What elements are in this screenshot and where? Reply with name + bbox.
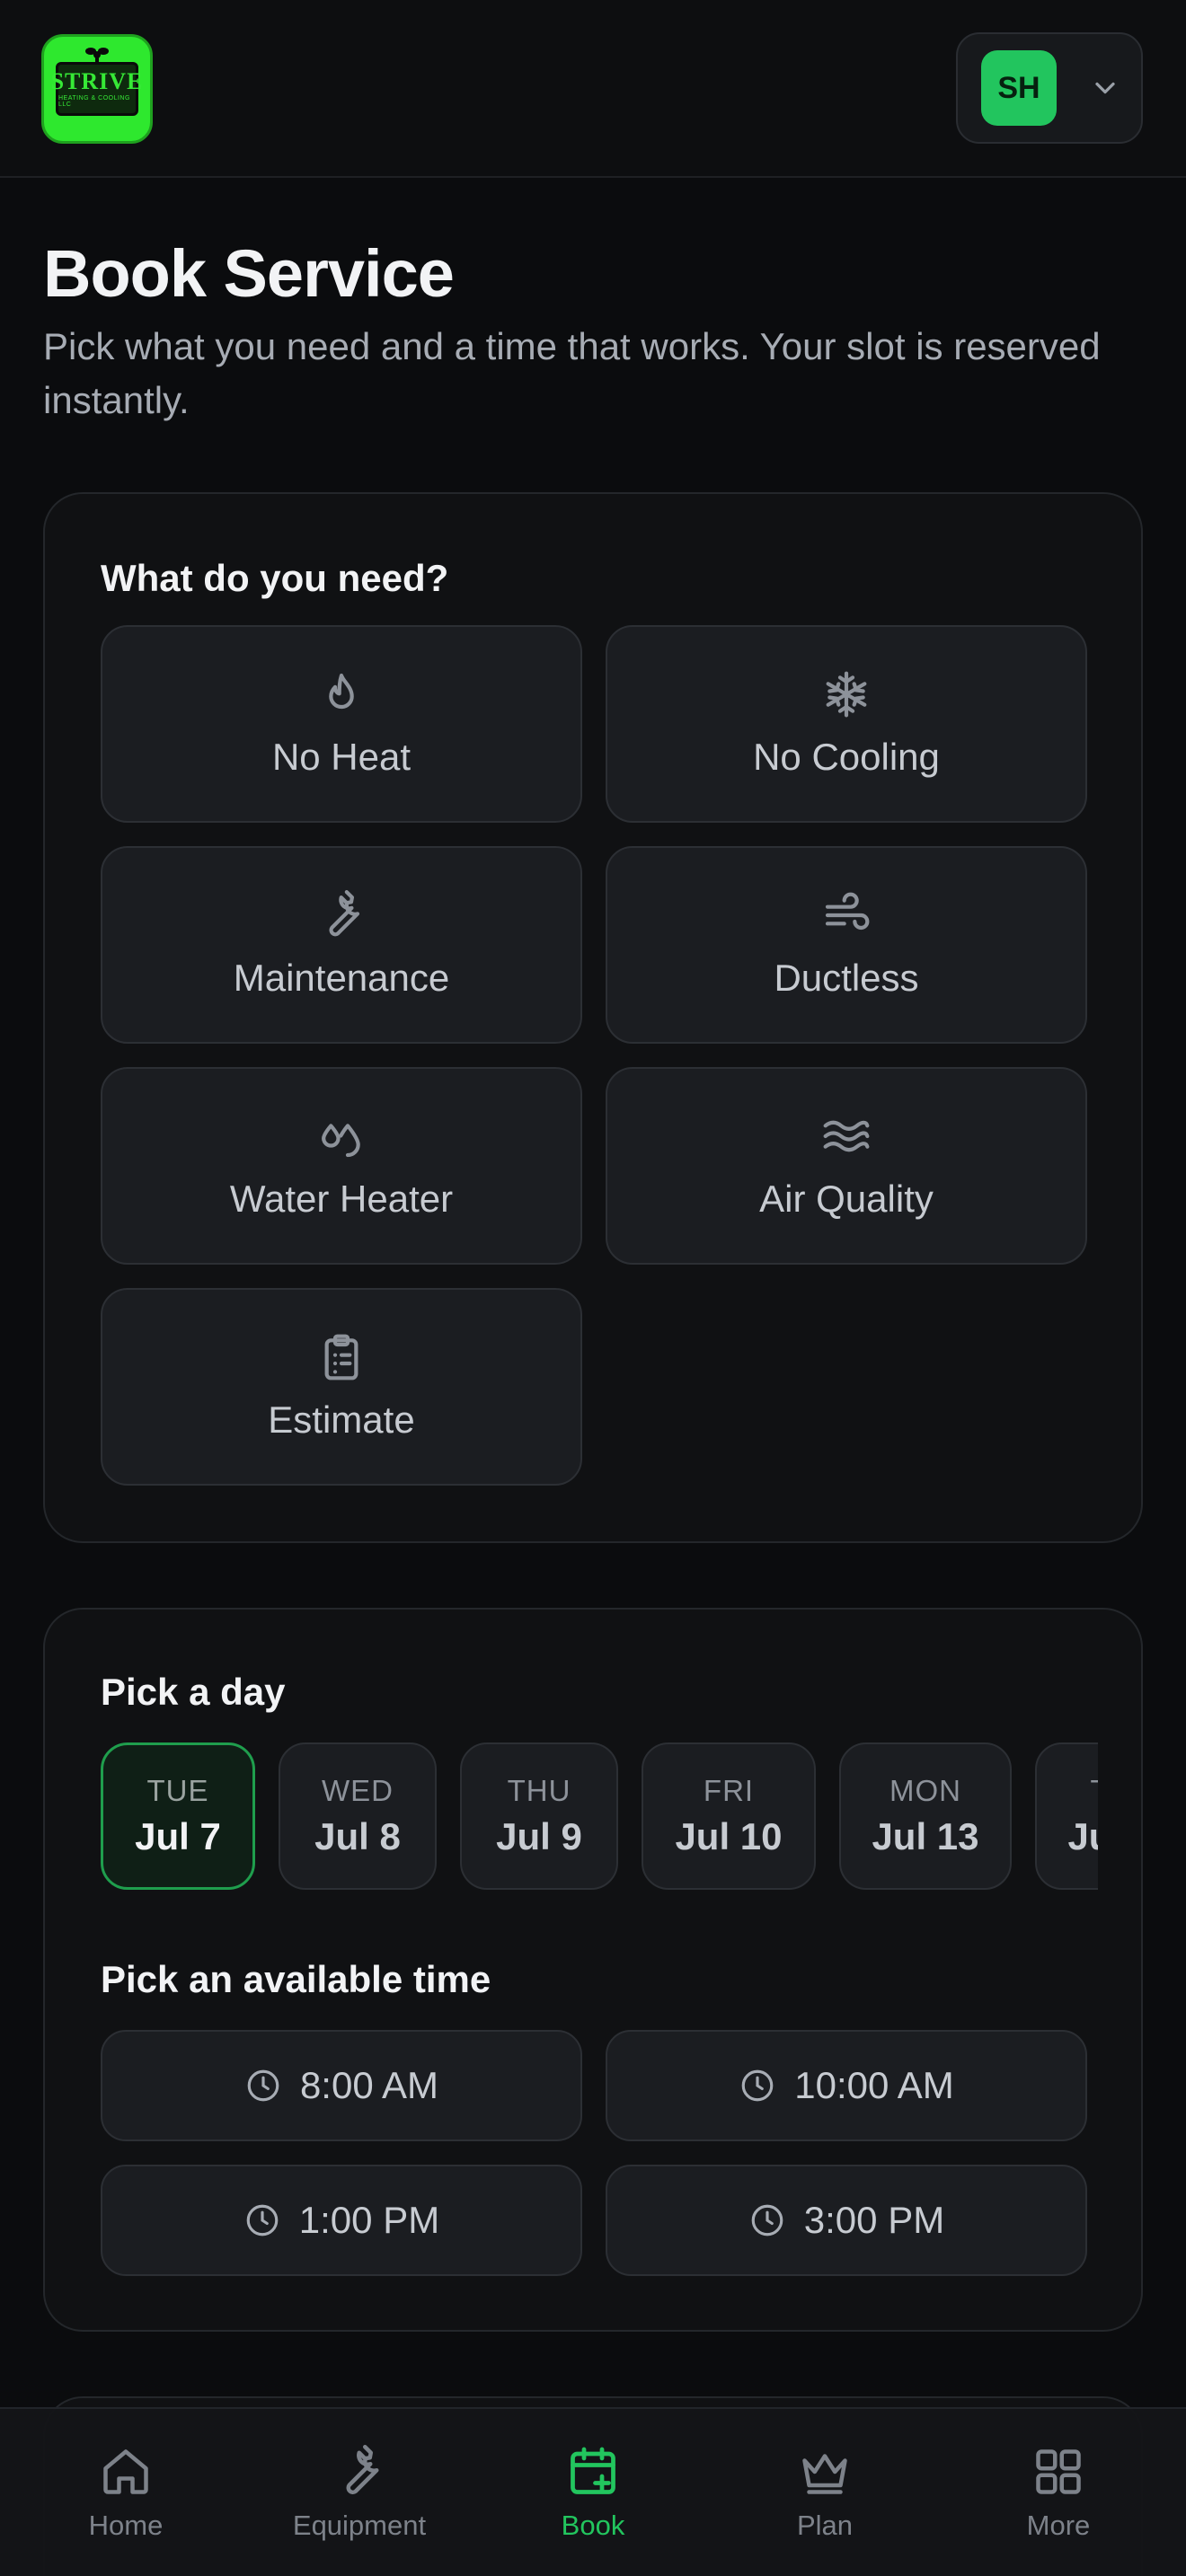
nav-item-book[interactable]: Book (503, 2445, 683, 2542)
service-label: No Heat (271, 736, 412, 778)
chevron-down-icon (1095, 82, 1115, 94)
logo-badge: STRIVE HEATING & COOLING LLC (51, 48, 142, 116)
book-service-screen: STRIVE HEATING & COOLING LLC SH Book Ser… (0, 0, 1186, 2576)
nav-label: Plan (796, 2510, 854, 2541)
day-of-week: FRI (703, 1774, 755, 1807)
crown-icon (802, 2454, 847, 2494)
droplets-icon (322, 1124, 360, 1158)
nav-item-more[interactable]: More (969, 2445, 1148, 2542)
nav-item-equipment[interactable]: Equipment (270, 2445, 449, 2542)
service-option-ductless[interactable]: Ductless (606, 846, 1087, 1044)
service-label: Air Quality (759, 1178, 934, 1220)
wind-icon (825, 892, 870, 931)
nav-label: More (1026, 2510, 1091, 2541)
calendar-plus-icon (571, 2447, 615, 2494)
fan-icon (85, 48, 109, 65)
service-option-no-cooling[interactable]: No Cooling (606, 625, 1087, 823)
bottom-nav: Home Equipment Book Plan More (0, 2407, 1186, 2576)
services-heading: What do you need? (101, 557, 449, 599)
time-slot-label: 1:00 PM (298, 2199, 440, 2241)
time-slot-button[interactable]: 8:00 AM (101, 2030, 582, 2141)
day-date: Jul 7 (135, 1815, 221, 1857)
home-icon (103, 2449, 148, 2494)
nav-label: Home (88, 2510, 164, 2541)
account-menu-button[interactable]: SH (956, 32, 1143, 144)
company-logo[interactable]: STRIVE HEATING & COOLING LLC (41, 34, 153, 144)
day-option[interactable]: THU Jul 9 (460, 1742, 618, 1890)
grid-icon (1036, 2449, 1081, 2494)
service-option-water-heater[interactable]: Water Heater (101, 1067, 582, 1265)
service-label: Water Heater (229, 1178, 454, 1220)
day-date: Jul 13 (872, 1815, 979, 1857)
service-option-estimate[interactable]: Estimate (101, 1288, 582, 1486)
service-option-maintenance[interactable]: Maintenance (101, 846, 582, 1044)
service-option-air-quality[interactable]: Air Quality (606, 1067, 1087, 1265)
clipboard-icon (324, 1334, 358, 1381)
time-slot-label: 8:00 AM (299, 2064, 439, 2106)
day-of-week: TUE (146, 1774, 209, 1807)
nav-label: Equipment (292, 2510, 427, 2541)
day-option-selected[interactable]: TUE Jul 7 (101, 1742, 255, 1890)
day-of-week: MON (890, 1774, 961, 1807)
snowflake-icon (826, 671, 867, 718)
time-slot-button[interactable]: 10:00 AM (606, 2030, 1087, 2141)
day-picker-scroller[interactable]: TUE Jul 7 WED Jul 8 THU Jul 9 FRI Jul 10… (101, 1610, 1098, 1933)
schedule-card: Pick a day TUE Jul 7 WED Jul 8 THU Jul 9… (43, 1608, 1143, 2332)
day-date: Jul 9 (496, 1815, 582, 1857)
day-date: Jul 8 (314, 1815, 401, 1857)
service-label: No Cooling (753, 736, 940, 778)
page-subtitle: Pick what you need and a time that works… (43, 325, 1101, 421)
service-label: Maintenance (233, 957, 450, 999)
day-date: Jul 10 (675, 1815, 783, 1857)
logo-text: STRIVE (50, 68, 144, 94)
avatar: SH (981, 50, 1057, 126)
day-option[interactable]: WED Jul 8 (279, 1742, 437, 1890)
day-date: Jul 14 (1067, 1815, 1098, 1857)
clock-icon (741, 2069, 774, 2102)
day-option[interactable]: FRI Jul 10 (642, 1742, 816, 1890)
wrench-icon (346, 2445, 379, 2494)
service-type-card: What do you need? No Heat No Cooling Mai… (43, 492, 1143, 1543)
day-option[interactable]: TUE Jul 14 (1035, 1742, 1098, 1890)
day-of-week: TUE (1091, 1774, 1099, 1808)
waves-icon (823, 1120, 870, 1152)
time-slot-label: 3:00 PM (803, 2199, 945, 2241)
service-label: Ductless (774, 957, 919, 999)
logo-subtext: HEATING & COOLING LLC (58, 95, 130, 108)
nav-item-plan[interactable]: Plan (735, 2445, 915, 2542)
clock-icon (751, 2204, 783, 2236)
nav-label: Book (561, 2510, 625, 2541)
time-slot-button[interactable]: 1:00 PM (101, 2165, 582, 2276)
day-option[interactable]: MON Jul 13 (839, 1742, 1012, 1890)
wrench-icon (329, 890, 360, 937)
nav-item-home[interactable]: Home (36, 2445, 216, 2542)
time-heading: Pick an available time (101, 1958, 491, 2000)
clock-icon (247, 2069, 279, 2102)
clock-icon (246, 2204, 279, 2236)
top-bar: STRIVE HEATING & COOLING LLC SH (0, 0, 1186, 178)
day-of-week: THU (507, 1774, 571, 1807)
day-of-week: WED (322, 1774, 394, 1807)
time-slot-button[interactable]: 3:00 PM (606, 2165, 1087, 2276)
time-slot-label: 10:00 AM (794, 2064, 954, 2106)
service-label: Estimate (268, 1398, 415, 1441)
flame-icon (329, 673, 354, 710)
service-option-no-heat[interactable]: No Heat (101, 625, 582, 823)
page-title: Book Service (43, 236, 455, 311)
